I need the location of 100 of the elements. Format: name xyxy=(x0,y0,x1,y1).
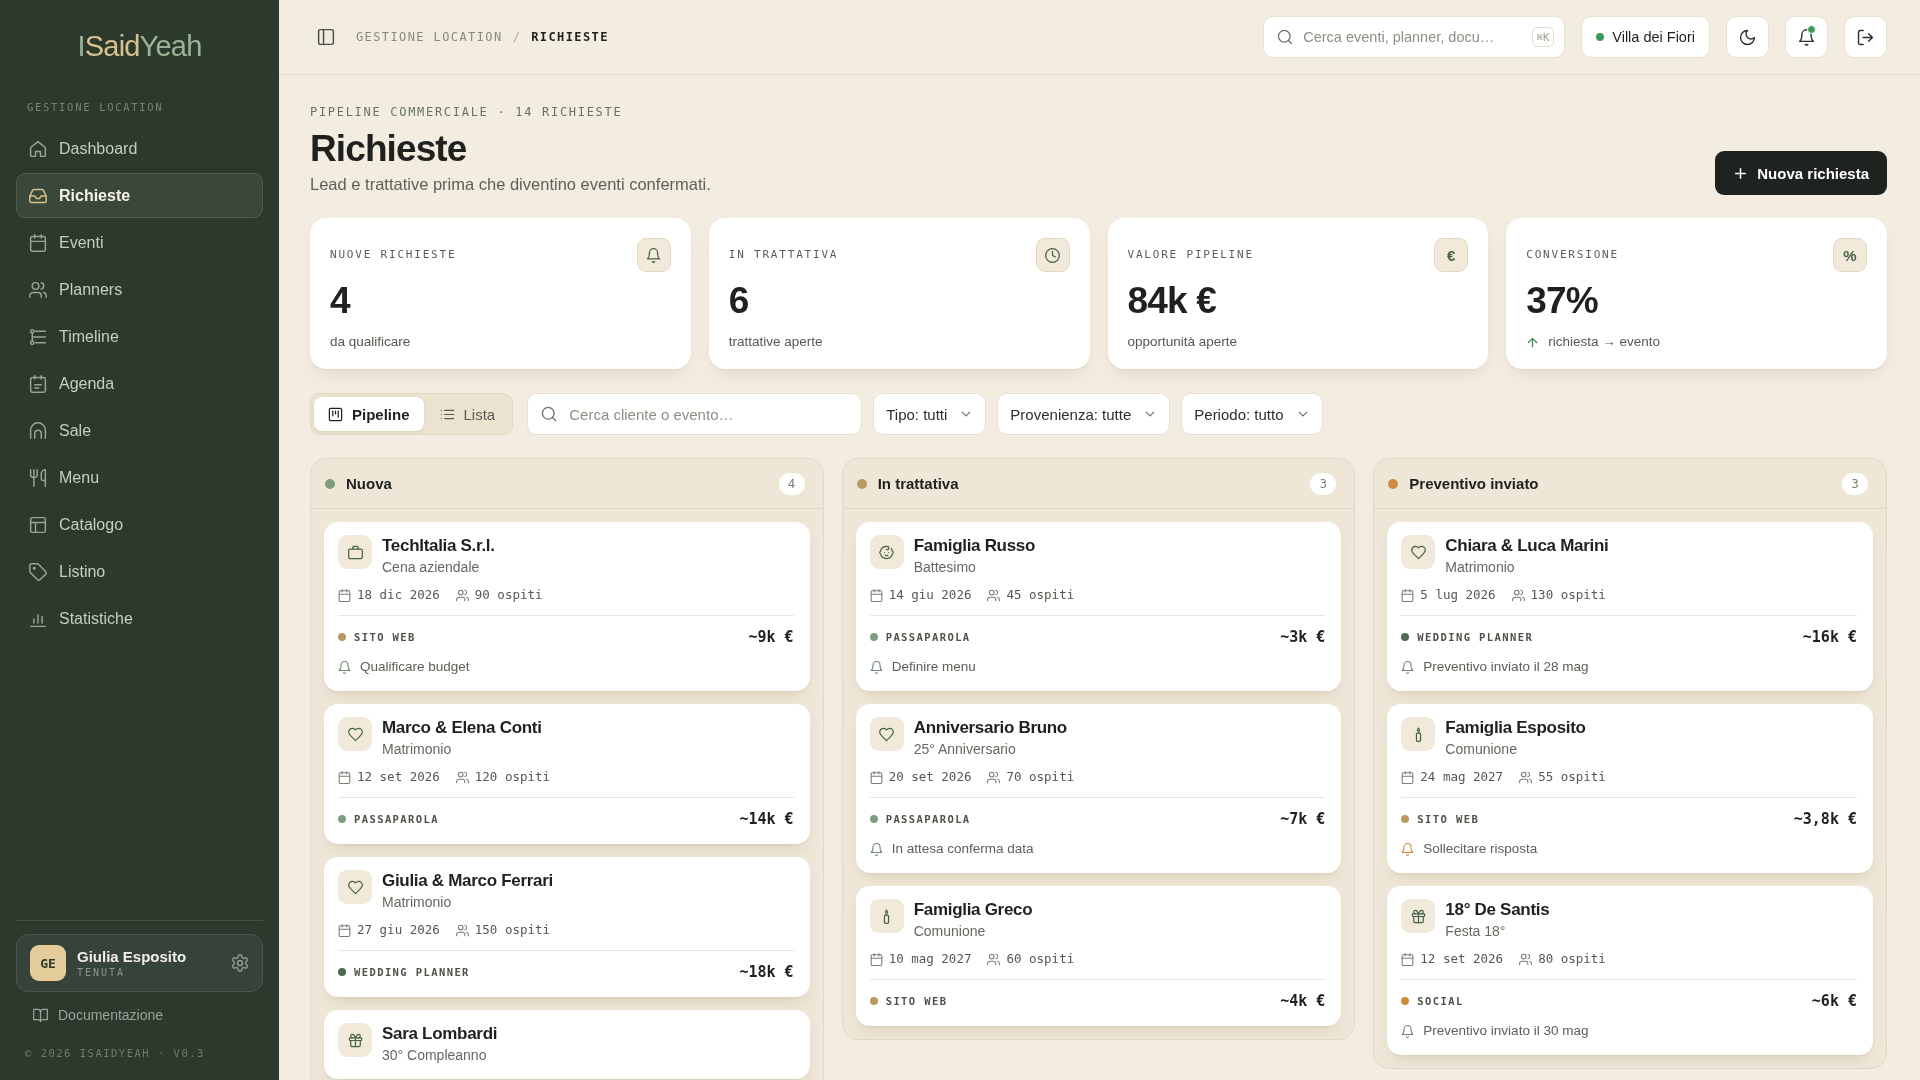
calendar-icon xyxy=(869,770,883,784)
stat-caption: opportunità aperte xyxy=(1127,333,1238,351)
nav-item[interactable]: Agenda xyxy=(16,361,263,406)
request-card[interactable]: Sara Lombardi 30° Compleanno xyxy=(324,1010,810,1079)
theme-toggle-button[interactable] xyxy=(1726,16,1769,58)
logout-button[interactable] xyxy=(1844,16,1887,58)
event-date: 24 mag 2027 xyxy=(1420,768,1504,786)
users-icon xyxy=(987,952,1001,966)
filter-dropdown[interactable]: Tipo: tutti xyxy=(873,393,987,435)
clock-icon xyxy=(1035,238,1070,272)
search-icon xyxy=(541,406,558,422)
follow-up-note: Preventivo inviato il 28 mag xyxy=(1423,658,1589,676)
request-card[interactable]: Chiara & Luca Marini Matrimonio 5 lug 2026 130 ospiti WEDDING PLANNER ~16k € Preventivo inviato il 28 mag xyxy=(1387,522,1873,691)
guest-count: 80 ospiti xyxy=(1538,950,1606,968)
client-name: Chiara & Luca Marini xyxy=(1445,535,1609,557)
stat-label: NUOVE RICHIESTE xyxy=(330,248,457,262)
venue-selector[interactable]: Villa dei Fiori xyxy=(1581,16,1710,58)
heart-icon xyxy=(338,717,372,751)
client-name: Sara Lombardi xyxy=(382,1023,498,1045)
request-card[interactable]: Marco & Elena Conti Matrimonio 12 set 2026 120 ospiti PASSAPAROLA ~14k € xyxy=(324,704,810,844)
users-icon xyxy=(987,588,1001,602)
arch-icon xyxy=(29,421,47,440)
user-card[interactable]: GE Giulia Esposito TENUTA xyxy=(16,934,263,992)
layout-icon xyxy=(29,515,47,534)
guest-count: 70 ospiti xyxy=(1006,768,1075,786)
logout-icon xyxy=(1857,28,1874,46)
page-eyebrow: PIPELINE COMMERCIALE · 14 RICHIESTE xyxy=(310,105,624,119)
request-card[interactable]: 18° De Santis Festa 18° 12 set 2026 80 ospiti SOCIAL ~6k € Preventivo inviato il 30 mag xyxy=(1387,886,1873,1055)
event-type: Matrimonio xyxy=(382,740,453,759)
candle-icon xyxy=(1401,717,1436,751)
search-field[interactable]: Cerca cliente o evento… xyxy=(527,393,863,435)
calendar-icon xyxy=(338,588,351,602)
filter-dropdown[interactable]: Periodo: tutto xyxy=(1181,393,1323,435)
estimated-value: ~18k € xyxy=(739,962,794,983)
follow-up-note: In attesa conferma data xyxy=(891,840,1034,858)
view-option[interactable]: Pipeline xyxy=(314,397,424,431)
request-card[interactable]: Giulia & Marco Ferrari Matrimonio 27 giu 2026 150 ospiti WEDDING PLANNER ~18k € xyxy=(324,857,810,997)
new-request-button[interactable]: Nuova richiesta xyxy=(1715,151,1887,195)
estimated-value: ~9k € xyxy=(748,627,794,648)
guest-count: 60 ospiti xyxy=(1006,950,1075,968)
avatar: GE xyxy=(30,945,66,981)
notifications-button[interactable] xyxy=(1785,16,1828,58)
bell-icon xyxy=(636,238,671,272)
request-card[interactable]: TechItalia S.r.l. Cena aziendale 18 dic 2026 90 ospiti SITO WEB ~9k € Qualificare budget xyxy=(324,522,810,691)
event-type: Comunione xyxy=(913,922,987,941)
calendar-icon xyxy=(1401,770,1415,784)
lead-source: SITO WEB xyxy=(885,994,948,1008)
section-label: GESTIONE LOCATION xyxy=(26,100,165,114)
client-name: Famiglia Russo xyxy=(913,535,1036,557)
documentation-link[interactable]: Documentazione xyxy=(16,1004,263,1026)
lead-source: PASSAPAROLA xyxy=(885,812,971,826)
lead-source: PASSAPAROLA xyxy=(354,812,439,826)
estimated-value: ~3k € xyxy=(1280,627,1326,648)
settings-icon[interactable] xyxy=(231,954,249,972)
nav-item[interactable]: Eventi xyxy=(16,220,263,265)
nav-item[interactable]: Dashboard xyxy=(16,126,263,171)
stat-label: IN TRATTATIVA xyxy=(728,248,839,262)
stat-value: 84k € xyxy=(1127,279,1218,323)
stat-value: 37% xyxy=(1526,279,1599,323)
nav-item[interactable]: Catalogo xyxy=(16,502,263,547)
event-type: Matrimonio xyxy=(1445,558,1516,577)
logo: ISaidYeah xyxy=(77,29,202,64)
calendar-icon xyxy=(869,952,883,966)
heart-icon xyxy=(338,870,372,904)
estimated-value: ~4k € xyxy=(1280,991,1326,1012)
stat-caption: richiesta → evento xyxy=(1548,333,1661,351)
nav-item[interactable]: Planners xyxy=(16,267,263,312)
event-date: 18 dic 2026 xyxy=(357,586,440,604)
client-name: Marco & Elena Conti xyxy=(382,717,542,739)
nav-item[interactable]: Sale xyxy=(16,408,263,453)
copyright-text: © 2026 ISAIDYEAH · V0.3 xyxy=(24,1046,206,1060)
event-type: Comunione xyxy=(1445,740,1518,759)
nav-item[interactable]: Richieste xyxy=(16,173,263,218)
request-card[interactable]: Famiglia Esposito Comunione 24 mag 2027 55 ospiti SITO WEB ~3,8k € Sollecitare risposta xyxy=(1387,704,1873,873)
request-card[interactable]: Famiglia Greco Comunione 10 mag 2027 60 ospiti SITO WEB ~4k € xyxy=(855,886,1342,1026)
bell-icon xyxy=(1798,28,1815,46)
nav-item[interactable]: Menu xyxy=(16,455,263,500)
event-date: 5 lug 2026 xyxy=(1420,586,1496,604)
gift-icon xyxy=(338,1023,372,1057)
candle-icon xyxy=(869,899,904,933)
heart-icon xyxy=(869,717,904,751)
stat-caption: trattative aperte xyxy=(728,333,823,351)
stat-value: 4 xyxy=(330,279,352,323)
event-type: 30° Compleanno xyxy=(382,1046,488,1065)
briefcase-icon xyxy=(338,535,372,569)
lead-source: WEDDING PLANNER xyxy=(1417,630,1534,644)
filter-dropdown[interactable]: Provenienza: tutte xyxy=(997,393,1171,435)
request-card[interactable]: Anniversario Bruno 25° Anniversario 20 set 2026 70 ospiti PASSAPAROLA ~7k € In attesa conferma data xyxy=(855,704,1342,873)
view-option[interactable]: Lista xyxy=(425,397,510,431)
stat-caption: da qualificare xyxy=(330,333,411,351)
client-name: 18° De Santis xyxy=(1445,899,1550,921)
stat-value: 6 xyxy=(728,279,750,323)
user-name: Giulia Esposito xyxy=(77,946,188,966)
request-card[interactable]: Famiglia Russo Battesimo 14 giu 2026 45 ospiti PASSAPAROLA ~3k € Definire menu xyxy=(855,522,1342,691)
nav-item[interactable]: Timeline xyxy=(16,314,263,359)
nav-item[interactable]: Statistiche xyxy=(16,596,263,641)
event-type: 25° Anniversario xyxy=(913,740,1017,759)
nav-item[interactable]: Listino xyxy=(16,549,263,594)
estimated-value: ~6k € xyxy=(1811,991,1857,1012)
calendar-icon xyxy=(29,233,47,252)
